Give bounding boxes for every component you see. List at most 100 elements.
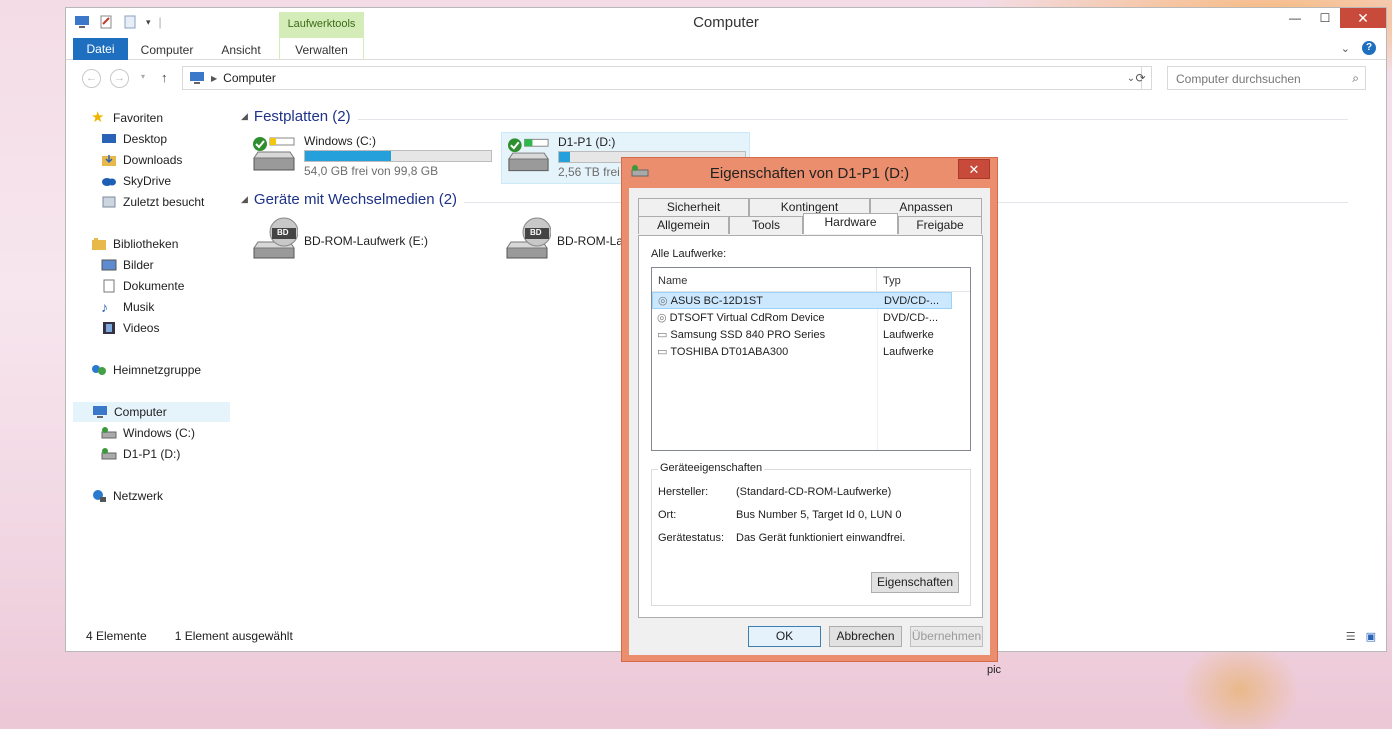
search-placeholder: Computer durchsuchen	[1176, 72, 1301, 86]
music-icon: ♪	[101, 299, 108, 315]
drive-list[interactable]: Name Typ ◎ ASUS BC-12D1ST DVD/CD-... ◎ DTS…	[651, 267, 971, 451]
drive-name: BD-ROM-Laufwerk (E:)	[304, 234, 429, 248]
list-header: Name Typ	[652, 268, 970, 292]
details-view-icon[interactable]: ☰	[1346, 630, 1356, 643]
bd-rom-drive-icon	[506, 217, 551, 259]
collapse-arrow-icon[interactable]: ◢	[241, 194, 248, 205]
address-bar[interactable]: ▶ Computer ⌄	[182, 66, 1142, 90]
close-button[interactable]: ✕	[1340, 8, 1386, 28]
breadcrumb-separator-icon: ▶	[211, 73, 218, 83]
bd-badge: BD	[530, 228, 542, 237]
list-item[interactable]: ◎ DTSOFT Virtual CdRom Device DVD/CD-...	[652, 309, 970, 326]
tab-ansicht[interactable]: Ansicht	[210, 40, 272, 60]
tab-sicherheit[interactable]: Sicherheit	[638, 198, 749, 216]
disk-drive-icon: ▭	[657, 346, 668, 358]
nav-favorites[interactable]: ★ Favoriten	[91, 108, 163, 128]
back-button[interactable]: ←	[82, 69, 101, 88]
drive-tile-f[interactable]: BD BD-ROM-La	[503, 216, 623, 264]
search-input[interactable]: Computer durchsuchen ⌕	[1167, 66, 1366, 90]
optical-drive-icon: ◎	[657, 312, 667, 324]
nav-homegroup[interactable]: Heimnetzgruppe	[91, 360, 201, 380]
nav-pictures[interactable]: Bilder	[101, 255, 154, 275]
star-icon: ★	[91, 109, 105, 126]
all-drives-label: Alle Laufwerke:	[651, 248, 727, 260]
column-name[interactable]: Name	[652, 268, 877, 291]
breadcrumb-computer[interactable]: Computer	[223, 71, 276, 85]
drive-tile-c[interactable]: Windows (C:) 54,0 GB frei von 99,8 GB	[250, 134, 492, 178]
drive-free-space: 54,0 GB frei von 99,8 GB	[304, 164, 439, 178]
nav-network[interactable]: Netzwerk	[91, 486, 163, 506]
ribbon-tabs: Datei Computer Ansicht Verwalten ⌄ ?	[66, 38, 1386, 60]
cancel-button[interactable]: Abbrechen	[829, 626, 902, 647]
address-row: ← → ▾ ↑ ▶ Computer ⌄ ⟳ Computer durchsuc…	[66, 60, 1386, 94]
nav-skydrive[interactable]: SkyDrive	[101, 171, 171, 191]
apply-button[interactable]: Übernehmen	[910, 626, 983, 647]
downloads-folder-icon	[102, 155, 116, 166]
nav-desktop[interactable]: Desktop	[101, 129, 167, 149]
list-item[interactable]: ◎ ASUS BC-12D1ST DVD/CD-...	[652, 292, 952, 309]
tab-datei[interactable]: Datei	[73, 38, 128, 60]
title-bar: ▾ | Laufwerktools Computer — ☐ ✕	[66, 8, 1386, 38]
optical-drive-icon: ◎	[658, 295, 668, 307]
device-properties-group: Geräteeigenschaften Hersteller: (Standar…	[651, 462, 971, 606]
window-title: Computer	[693, 14, 759, 31]
usage-bar	[304, 150, 492, 162]
nav-documents[interactable]: Dokumente	[101, 276, 184, 296]
tab-freigabe[interactable]: Freigabe	[898, 216, 982, 234]
tab-computer[interactable]: Computer	[134, 40, 200, 60]
list-item[interactable]: ▭ Samsung SSD 840 PRO Series Laufwerke	[652, 326, 970, 343]
group-header-hdd[interactable]: ◢ Festplatten (2)	[241, 108, 351, 125]
list-item[interactable]: ▭ TOSHIBA DT01ABA300 Laufwerke	[652, 343, 970, 360]
drive-name: Windows (C:)	[304, 134, 377, 148]
nav-computer[interactable]: Computer	[73, 402, 230, 422]
pictures-icon	[101, 259, 117, 271]
drive-info: Windows (C:) 54,0 GB frei von 99,8 GB	[304, 134, 492, 178]
bd-rom-drive-icon	[253, 217, 298, 259]
properties-dialog: Eigenschaften von D1-P1 (D:) ✕ Sicherhei…	[621, 157, 998, 662]
properties-button[interactable]: Eigenschaften	[871, 572, 959, 593]
nav-downloads[interactable]: Downloads	[101, 150, 182, 170]
documents-icon	[103, 279, 115, 293]
manufacturer-row: Hersteller: (Standard-CD-ROM-Laufwerke)	[658, 486, 892, 498]
collapse-arrow-icon[interactable]: ◢	[241, 111, 248, 122]
tab-tools[interactable]: Tools	[729, 216, 803, 234]
cursor-label: pic	[987, 664, 1002, 676]
tab-allgemein[interactable]: Allgemein	[638, 216, 729, 234]
forward-button[interactable]: →	[110, 69, 129, 88]
dialog-close-button[interactable]: ✕	[958, 159, 990, 179]
hard-drive-icon	[101, 448, 117, 460]
nav-drive-c[interactable]: Windows (C:)	[101, 423, 195, 443]
drive-tile-e[interactable]: BD BD-ROM-Laufwerk (E:)	[250, 216, 428, 264]
column-type[interactable]: Typ	[877, 268, 907, 291]
ribbon-options: ⌄ ?	[1341, 41, 1376, 55]
cloud-icon	[102, 178, 116, 186]
maximize-button[interactable]: ☐	[1310, 8, 1340, 28]
nav-videos[interactable]: Videos	[101, 318, 159, 338]
navigation-pane: ★ Favoriten Desktop Downloads SkyDrive Z…	[73, 103, 230, 623]
nav-recent[interactable]: Zuletzt besucht	[101, 192, 204, 212]
tab-verwalten[interactable]: Verwalten	[279, 40, 364, 60]
up-arrow-icon[interactable]: ↑	[161, 70, 168, 85]
hardware-tab-panel: Alle Laufwerke: Name Typ ◎ ASUS BC-12D1ST…	[638, 235, 983, 618]
window-controls: — ☐ ✕	[1280, 8, 1386, 28]
search-icon[interactable]: ⌕	[1352, 71, 1359, 86]
refresh-button[interactable]: ⟳	[1130, 66, 1152, 90]
drive-name: D1-P1 (D:)	[558, 135, 616, 149]
tab-hardware[interactable]: Hardware	[803, 213, 898, 234]
videos-icon	[103, 322, 115, 334]
nav-music[interactable]: ♪ Musik	[101, 297, 154, 317]
ok-button[interactable]: OK	[748, 626, 821, 647]
minimize-button[interactable]: —	[1280, 8, 1310, 28]
nav-drive-d[interactable]: D1-P1 (D:)	[101, 444, 180, 464]
tiles-view-icon[interactable]: ▣	[1366, 630, 1376, 643]
group-legend: Geräteeigenschaften	[658, 462, 765, 474]
device-status-row: Gerätestatus: Das Gerät funktioniert ein…	[658, 532, 906, 544]
nav-libraries[interactable]: Bibliotheken	[91, 234, 178, 254]
expand-ribbon-icon[interactable]: ⌄	[1341, 42, 1350, 55]
hard-drive-icon	[101, 427, 117, 439]
desktop-icon	[102, 134, 116, 143]
help-icon[interactable]: ?	[1362, 41, 1376, 55]
drive-info: BD-ROM-La	[557, 216, 623, 264]
group-header-removable[interactable]: ◢ Geräte mit Wechselmedien (2)	[241, 191, 457, 208]
recent-locations-icon[interactable]: ▾	[141, 72, 145, 81]
